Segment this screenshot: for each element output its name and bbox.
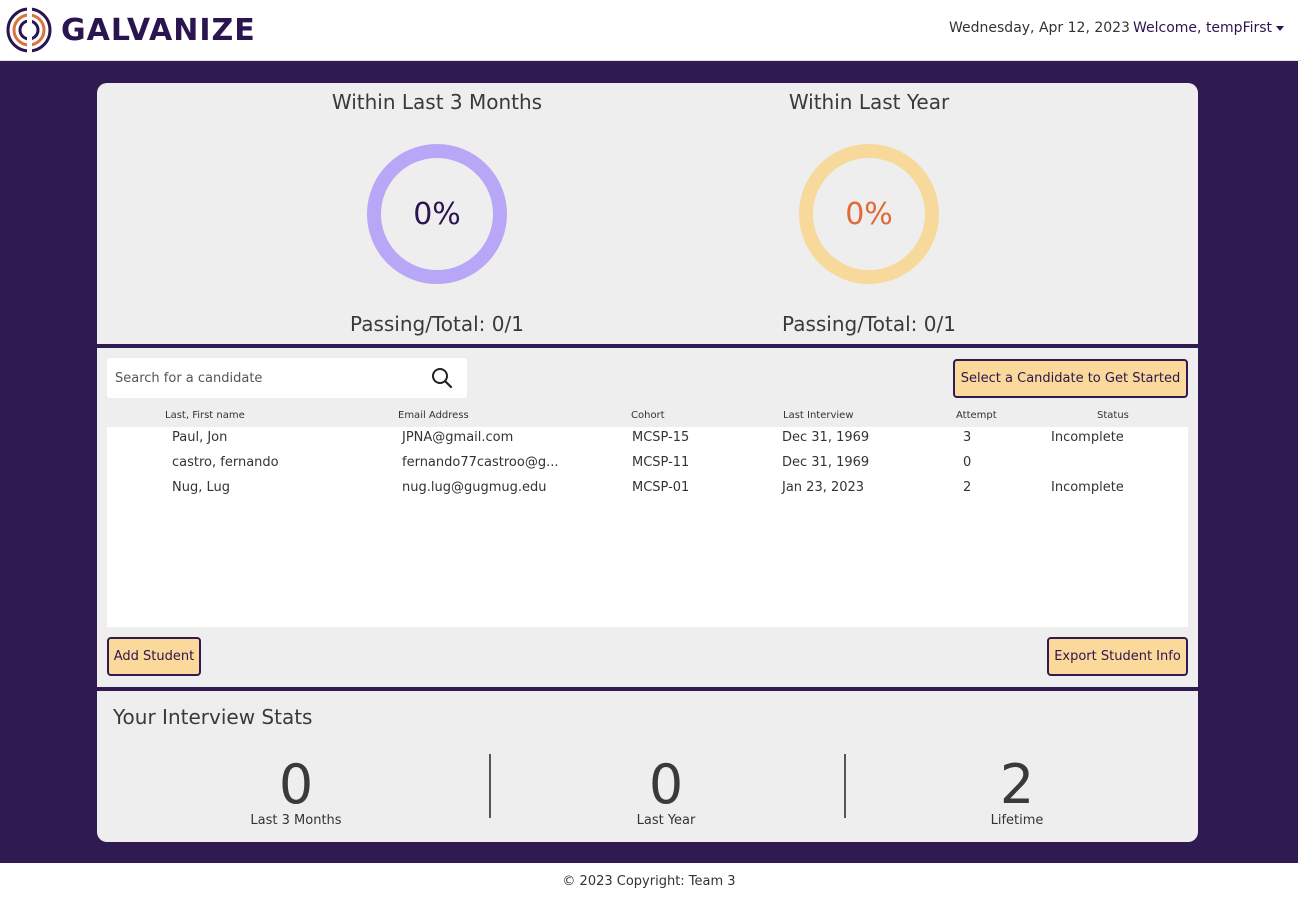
stat-last-3-months: 0 Last 3 Months bbox=[206, 753, 386, 829]
candidate-search-input[interactable] bbox=[107, 358, 417, 398]
table-row[interactable]: Paul, Jon JPNA@gmail.com MCSP-15 Dec 31,… bbox=[107, 427, 1188, 452]
column-header-last-interview[interactable]: Last Interview bbox=[783, 410, 854, 421]
galvanize-logo-icon bbox=[6, 6, 52, 54]
candidate-name: Paul, Jon bbox=[172, 430, 228, 445]
caret-down-icon bbox=[1276, 25, 1285, 31]
stat-label: Last Year bbox=[636, 813, 696, 828]
recent-pass-rate-value: 0% bbox=[413, 196, 461, 232]
brand-name: GALVANIZE bbox=[61, 12, 256, 48]
column-header-name[interactable]: Last, First name bbox=[165, 410, 245, 421]
welcome-text: Welcome, tempFirst bbox=[1133, 20, 1273, 36]
stat-divider bbox=[844, 754, 846, 818]
year-passing-total: Passing/Total: 0/1 bbox=[782, 312, 956, 336]
stat-lifetime: 2 Lifetime bbox=[927, 753, 1107, 829]
candidate-cohort: MCSP-11 bbox=[632, 455, 690, 470]
recent-passing-total: Passing/Total: 0/1 bbox=[350, 312, 524, 336]
candidate-email: fernando77castroo@g... bbox=[402, 455, 559, 470]
candidate-name: castro, fernando bbox=[172, 455, 279, 470]
candidate-last-interview: Dec 31, 1969 bbox=[782, 455, 870, 470]
candidates-panel: Select a Candidate to Get Started Last, … bbox=[97, 348, 1198, 687]
stat-divider bbox=[489, 754, 491, 818]
search-icon[interactable] bbox=[431, 367, 453, 389]
year-pass-rate-ring: 0% bbox=[799, 144, 939, 284]
interview-stats-panel: Your Interview Stats 0 Last 3 Months 0 L… bbox=[97, 691, 1198, 842]
year-pass-rate-title: Within Last Year bbox=[788, 90, 950, 114]
column-header-status[interactable]: Status bbox=[1097, 410, 1129, 421]
table-row[interactable]: castro, fernando fernando77castroo@g... … bbox=[107, 452, 1188, 477]
table-row[interactable]: Nug, Lug nug.lug@gugmug.edu MCSP-01 Jan … bbox=[107, 477, 1188, 502]
copyright-text: © 2023 Copyright: Team 3 bbox=[562, 874, 736, 889]
column-header-email[interactable]: Email Address bbox=[398, 410, 469, 421]
export-student-info-button[interactable]: Export Student Info bbox=[1047, 637, 1188, 676]
candidate-email: nug.lug@gugmug.edu bbox=[402, 480, 547, 495]
recent-pass-rate-ring: 0% bbox=[367, 144, 507, 284]
recent-pass-rate-title: Within Last 3 Months bbox=[331, 90, 543, 114]
select-candidate-button[interactable]: Select a Candidate to Get Started bbox=[953, 359, 1188, 398]
stat-label: Lifetime bbox=[990, 813, 1044, 828]
current-date: Wednesday, Apr 12, 2023 bbox=[949, 20, 1130, 36]
user-menu-toggle[interactable]: Welcome, tempFirst bbox=[1133, 20, 1285, 36]
brand-logo[interactable]: GALVANIZE bbox=[5, 6, 256, 54]
candidates-table: Paul, Jon JPNA@gmail.com MCSP-15 Dec 31,… bbox=[107, 427, 1188, 627]
candidate-last-interview: Jan 23, 2023 bbox=[782, 480, 865, 495]
top-navbar: GALVANIZE Wednesday, Apr 12, 2023 Welcom… bbox=[0, 0, 1301, 61]
page-footer: © 2023 Copyright: Team 3 bbox=[0, 863, 1298, 903]
column-header-cohort[interactable]: Cohort bbox=[631, 410, 665, 421]
candidate-attempt: 3 bbox=[963, 430, 972, 445]
candidate-status: Incomplete bbox=[1051, 480, 1124, 495]
column-header-attempt[interactable]: Attempt bbox=[956, 410, 997, 421]
candidate-status: Incomplete bbox=[1051, 430, 1124, 445]
candidate-email: JPNA@gmail.com bbox=[402, 430, 514, 445]
stat-last-year: 0 Last Year bbox=[576, 753, 756, 829]
add-student-button[interactable]: Add Student bbox=[107, 637, 201, 676]
candidate-attempt: 0 bbox=[963, 455, 972, 470]
candidate-attempt: 2 bbox=[963, 480, 972, 495]
pass-rate-panel: Within Last 3 Months 0% Passing/Total: 0… bbox=[97, 83, 1198, 344]
interview-stats-title: Your Interview Stats bbox=[113, 705, 313, 729]
stat-value: 2 bbox=[999, 753, 1035, 816]
search-container bbox=[107, 358, 467, 398]
stat-label: Last 3 Months bbox=[250, 813, 342, 828]
stat-value: 0 bbox=[648, 753, 684, 816]
stat-value: 0 bbox=[278, 753, 314, 816]
candidate-name: Nug, Lug bbox=[172, 480, 230, 495]
candidate-cohort: MCSP-01 bbox=[632, 480, 690, 495]
year-pass-rate-value: 0% bbox=[845, 196, 893, 232]
candidate-last-interview: Dec 31, 1969 bbox=[782, 430, 870, 445]
candidate-cohort: MCSP-15 bbox=[632, 430, 690, 445]
